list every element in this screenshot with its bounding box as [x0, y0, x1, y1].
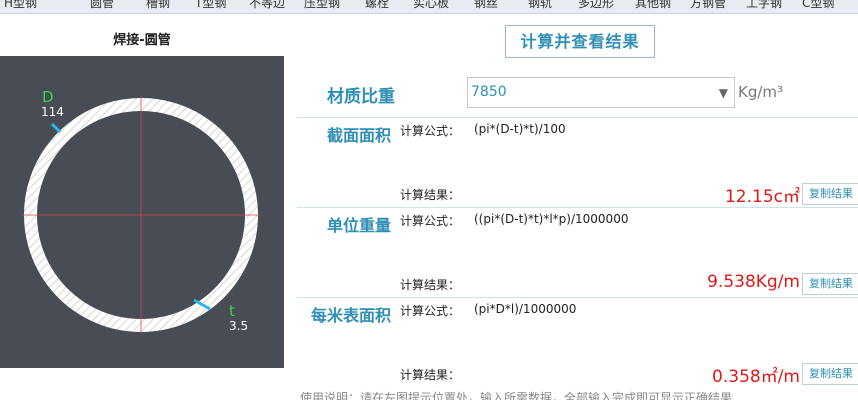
formula-label: 计算公式： — [400, 304, 461, 318]
thickness-name: t — [229, 302, 235, 320]
section-unit-weight: 单位重量 计算公式： ((pi*(D-t)*t)*l*p)/1000000 计算… — [297, 207, 858, 297]
formula-text: (pi*(D-t)*t)/100 — [474, 122, 566, 136]
tab-t-steel[interactable]: T型钢 — [195, 0, 226, 11]
result-label: 计算结果： — [400, 278, 461, 292]
result-value: 12.15c㎡ — [724, 187, 800, 207]
tab-square-tube[interactable]: 方钢管 — [690, 0, 726, 11]
usage-instructions: 使用说明：请在左图提示位置处，输入所需数据，全部输入完成即可显示正确结果 — [300, 391, 733, 400]
density-label: 材质比重 — [327, 87, 395, 107]
tab-round-tube[interactable]: 圆管 — [90, 0, 114, 11]
section-cross-area: 截面面积 计算公式： (pi*(D-t)*t)/100 计算结果： 12.15c… — [297, 117, 858, 207]
diagram-title: 焊接-圆管 — [113, 33, 171, 48]
section-title: 截面面积 — [327, 126, 392, 145]
tube-cross-section-diagram: D 114 t 3.5 — [0, 56, 284, 368]
tab-channel-steel[interactable]: 槽钢 — [146, 0, 170, 11]
density-select[interactable]: 7850 ▼ — [467, 77, 735, 108]
thickness-value[interactable]: 3.5 — [229, 319, 248, 333]
chevron-down-icon[interactable]: ▼ — [719, 86, 728, 100]
copy-result-button[interactable]: 复制结果 — [802, 363, 858, 385]
formula-text: ((pi*(D-t)*t)*l*p)/1000000 — [474, 212, 629, 226]
tab-polygon[interactable]: 多边形 — [578, 0, 614, 11]
result-value: 0.358㎡/m — [712, 367, 800, 387]
calculate-button[interactable]: 计算并查看结果 — [505, 25, 655, 58]
diameter-value[interactable]: 114 — [41, 105, 64, 119]
tab-h-steel[interactable]: H型钢 — [4, 0, 37, 11]
density-value: 7850 — [471, 84, 507, 100]
tab-solid-plate[interactable]: 实心板 — [413, 0, 449, 11]
steel-type-tab-bar: H型钢 圆管 槽钢 T型钢 不等边 压型钢 螺栓 实心板 钢丝 钢轨 多边形 其… — [0, 0, 858, 14]
result-value: 9.538Kg/m — [707, 272, 800, 292]
result-label: 计算结果： — [400, 368, 461, 382]
copy-result-button[interactable]: 复制结果 — [802, 273, 858, 295]
tab-c-steel[interactable]: C型钢 — [802, 0, 834, 11]
copy-result-button[interactable]: 复制结果 — [802, 183, 858, 205]
formula-label: 计算公式： — [400, 214, 461, 228]
tab-pressed-steel[interactable]: 压型钢 — [304, 0, 340, 11]
density-unit: Kg/m³ — [738, 83, 784, 101]
tab-bolt[interactable]: 螺栓 — [365, 0, 389, 11]
result-label: 计算结果： — [400, 188, 461, 202]
formula-label: 计算公式： — [400, 124, 461, 138]
section-title: 每米表面积 — [311, 306, 392, 325]
tab-steel-rail[interactable]: 钢轨 — [528, 0, 552, 11]
diameter-name: D — [42, 88, 54, 106]
tab-unequal-angle[interactable]: 不等边 — [249, 0, 285, 11]
section-title: 单位重量 — [327, 216, 392, 235]
tab-steel-wire[interactable]: 钢丝 — [474, 0, 498, 11]
tab-i-beam[interactable]: 工字钢 — [746, 0, 782, 11]
section-surface-per-meter: 每米表面积 计算公式： (pi*D*l)/1000000 计算结果： 0.358… — [297, 297, 858, 387]
tab-other-steel[interactable]: 其他钢 — [635, 0, 671, 11]
formula-text: (pi*D*l)/1000000 — [474, 302, 577, 316]
